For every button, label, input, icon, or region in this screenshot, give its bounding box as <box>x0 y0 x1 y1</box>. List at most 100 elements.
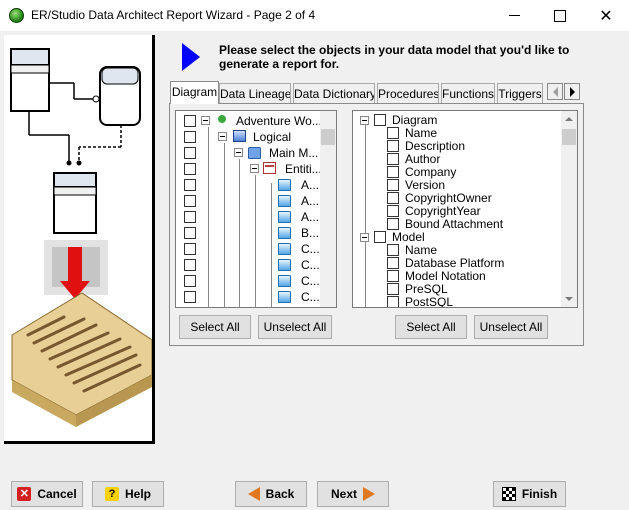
cancel-x-icon: ✕ <box>17 487 32 501</box>
next-button[interactable]: Next <box>317 481 389 507</box>
close-icon: ✕ <box>599 7 613 25</box>
cancel-label: Cancel <box>37 487 77 501</box>
maximize-icon <box>554 9 566 22</box>
checkbox[interactable] <box>387 283 399 295</box>
tree-row[interactable]: C... <box>176 257 336 273</box>
finish-button[interactable]: Finish <box>493 481 566 507</box>
tree-item-label: CopyrightYear <box>405 204 481 218</box>
tree-row[interactable]: C... <box>176 241 336 257</box>
checkbox[interactable] <box>184 195 196 207</box>
help-question-icon: ? <box>104 487 119 501</box>
checkbox[interactable] <box>184 115 196 127</box>
scroll-down-icon[interactable] <box>565 297 573 301</box>
checkbox[interactable] <box>387 218 399 230</box>
checkbox[interactable] <box>387 296 399 307</box>
entity-icon <box>278 275 291 287</box>
tree-row[interactable]: C... <box>176 273 336 289</box>
select-all-left-button[interactable]: Select All <box>179 315 251 339</box>
checkbox[interactable] <box>374 114 386 126</box>
checkbox[interactable] <box>374 231 386 243</box>
tree-item-label: Author <box>405 152 441 166</box>
folder-icon <box>248 147 261 159</box>
unselect-all-right-button[interactable]: Unselect All <box>474 315 548 339</box>
left-tree-scrollbar[interactable] <box>320 111 336 307</box>
window-title: ER/Studio Data Architect Report Wizard -… <box>31 8 316 22</box>
tree-row[interactable]: C... <box>176 289 336 305</box>
next-arrow-icon <box>363 487 375 501</box>
collapse-toggle-icon[interactable] <box>250 164 259 173</box>
tree-row[interactable]: B... <box>176 225 336 241</box>
entity-icon <box>278 227 291 239</box>
minimize-button[interactable] <box>491 0 537 31</box>
entity-icon <box>278 259 291 271</box>
tree-row[interactable]: A... <box>176 193 336 209</box>
scrollbar-thumb[interactable] <box>321 129 335 145</box>
tab-data-dictionary[interactable]: Data Dictionary <box>293 83 375 103</box>
chevron-right-icon <box>569 86 575 97</box>
collapse-toggle-icon[interactable] <box>234 148 243 157</box>
tab-triggers[interactable]: Triggers <box>497 83 543 103</box>
tree-row[interactable]: Adventure Wo... <box>176 113 336 129</box>
tree-item-label: PostSQL <box>405 295 454 308</box>
tab-diagram[interactable]: Diagram <box>170 81 219 104</box>
checkbox[interactable] <box>184 227 196 239</box>
back-arrow-icon <box>247 487 260 501</box>
checkbox[interactable] <box>184 163 196 175</box>
checkbox[interactable] <box>184 211 196 223</box>
maximize-button[interactable] <box>537 0 583 31</box>
tree-item-label: CopyrightOwner <box>405 191 492 205</box>
tree-row[interactable]: Entiti... <box>176 161 336 177</box>
unselect-all-left-button[interactable]: Unselect All <box>258 315 332 339</box>
right-property-tree[interactable]: Diagram Name Description Author Company … <box>352 110 578 308</box>
checkbox[interactable] <box>387 179 399 191</box>
cancel-button[interactable]: ✕ Cancel <box>11 481 83 507</box>
tree-row[interactable]: PostSQL <box>353 295 577 308</box>
checkbox[interactable] <box>387 244 399 256</box>
entity-icon <box>278 291 291 303</box>
checkbox[interactable] <box>387 192 399 204</box>
tree-row[interactable]: Logical <box>176 129 336 145</box>
right-tree-scrollbar[interactable] <box>561 111 577 307</box>
minimize-icon <box>508 15 520 16</box>
checkbox[interactable] <box>387 257 399 269</box>
checkbox[interactable] <box>184 179 196 191</box>
checkbox[interactable] <box>184 147 196 159</box>
scroll-up-icon[interactable] <box>565 117 573 121</box>
back-button[interactable]: Back <box>235 481 307 507</box>
scrollbar-thumb[interactable] <box>562 129 576 145</box>
checkbox[interactable] <box>387 140 399 152</box>
tree-item-label: Main M... <box>269 146 319 160</box>
collapse-toggle-icon[interactable] <box>360 116 369 125</box>
tree-row[interactable]: Main M... <box>176 145 336 161</box>
checkbox[interactable] <box>387 205 399 217</box>
tree-item-label: C... <box>301 242 320 256</box>
select-all-right-button[interactable]: Select All <box>395 315 467 339</box>
tree-row[interactable]: A... <box>176 209 336 225</box>
tab-data-lineage[interactable]: Data Lineage <box>219 83 291 103</box>
checkbox[interactable] <box>184 275 196 287</box>
collapse-toggle-icon[interactable] <box>360 233 369 242</box>
checkbox[interactable] <box>387 127 399 139</box>
checkbox[interactable] <box>184 259 196 271</box>
checkbox[interactable] <box>387 166 399 178</box>
checkbox[interactable] <box>184 291 196 303</box>
tree-item-label: C... <box>301 258 320 272</box>
collapse-toggle-icon[interactable] <box>218 132 227 141</box>
left-object-tree[interactable]: Adventure Wo... Logical Main M... Entiti… <box>175 110 337 308</box>
tree-row[interactable]: A... <box>176 177 336 193</box>
close-button[interactable]: ✕ <box>583 0 629 31</box>
collapse-toggle-icon[interactable] <box>201 116 210 125</box>
help-button[interactable]: ? Help <box>92 481 164 507</box>
entity-icon <box>278 195 291 207</box>
tab-scroll-right-button[interactable] <box>564 83 580 100</box>
wizard-illustration <box>4 35 155 444</box>
checkbox[interactable] <box>184 131 196 143</box>
checkbox[interactable] <box>184 243 196 255</box>
checkbox[interactable] <box>387 270 399 282</box>
tab-procedures[interactable]: Procedures <box>377 83 439 103</box>
data-model-report-illustration <box>10 48 152 427</box>
checkbox[interactable] <box>387 153 399 165</box>
tab-functions[interactable]: Functions <box>441 83 495 103</box>
tab-scroll-left-button[interactable] <box>547 83 563 100</box>
tree-item-label: Model Notation <box>405 269 486 283</box>
